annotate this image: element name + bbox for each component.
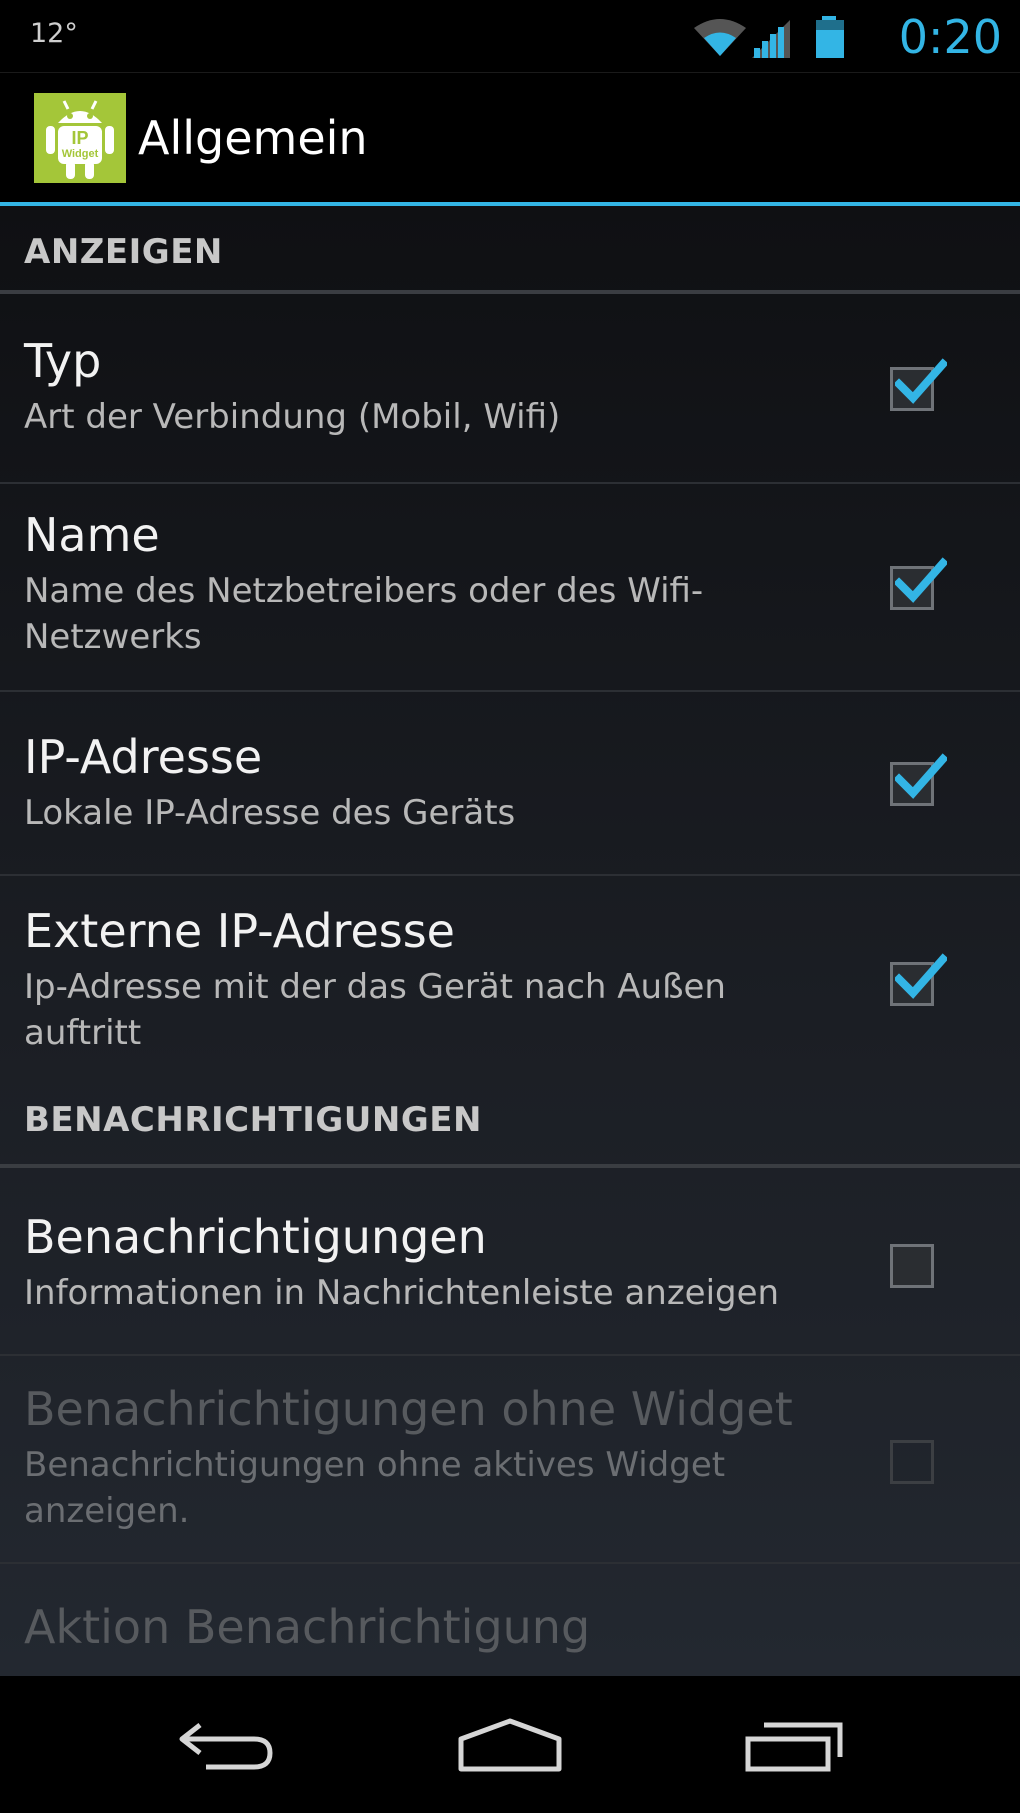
checkmark-icon <box>895 953 947 999</box>
clock: 0:20 <box>898 10 1002 64</box>
preference-list[interactable]: ANZEIGEN Typ Art der Verbindung (Mobil, … <box>0 206 1020 1676</box>
checkbox-typ[interactable] <box>890 358 947 411</box>
pref-title: IP-Adresse <box>24 730 263 784</box>
pref-title: Name <box>24 508 160 562</box>
pref-benachrichtigungen-ohne-widget: Benachrichtigungen ohne Widget Benachric… <box>0 1356 1020 1564</box>
checkmark-icon <box>895 358 947 404</box>
pref-aktion-benachrichtigung: Aktion Benachrichtigung <box>0 1564 1020 1676</box>
checkbox-ip-adresse[interactable] <box>890 753 947 806</box>
battery-icon <box>816 16 844 58</box>
checkbox-name[interactable] <box>890 557 947 610</box>
home-icon <box>458 1718 562 1771</box>
home-button[interactable] <box>410 1676 610 1813</box>
status-icons-svg <box>694 16 844 58</box>
navigation-bar <box>0 1676 1020 1813</box>
app-icon[interactable]: IP Widget <box>34 93 126 183</box>
recent-apps-icon <box>745 1722 843 1771</box>
temperature-indicator: 12° <box>30 18 78 49</box>
pref-externe-ip-adresse[interactable]: Externe IP-Adresse Ip-Adresse mit der da… <box>0 876 1020 1084</box>
pref-name[interactable]: Name Name des Netzbetreibers oder des Wi… <box>0 484 1020 692</box>
category-header-benachrichtigungen: BENACHRICHTIGUNGEN <box>0 1084 1020 1168</box>
category-label: BENACHRICHTIGUNGEN <box>24 1100 482 1140</box>
checkbox-externe-ip-adresse[interactable] <box>890 953 947 1006</box>
pref-summary: Informationen in Nachrichtenleiste anzei… <box>24 1273 780 1313</box>
status-bar: 12° 0:20 <box>0 0 1020 73</box>
pref-summary: Art der Verbindung (Mobil, Wifi) <box>24 397 561 437</box>
app-icon-text-widget: Widget <box>62 148 99 160</box>
checkmark-icon <box>895 557 947 603</box>
pref-title: Externe IP-Adresse <box>24 904 455 958</box>
action-bar: IP Widget Allgemein <box>0 73 1020 203</box>
cellular-signal-icon <box>752 20 790 58</box>
pref-ip-adresse[interactable]: IP-Adresse Lokale IP-Adresse des Geräts <box>0 692 1020 876</box>
back-icon <box>179 1722 273 1769</box>
back-button[interactable] <box>126 1676 326 1813</box>
pref-title: Benachrichtigungen <box>24 1210 487 1264</box>
app-icon-text-ip: IP <box>71 128 88 148</box>
pref-title: Benachrichtigungen ohne Widget <box>24 1382 793 1436</box>
category-header-anzeigen: ANZEIGEN <box>0 206 1020 294</box>
category-label: ANZEIGEN <box>24 232 223 272</box>
status-icons <box>690 14 880 58</box>
ip-widget-android-icon: IP Widget <box>34 93 126 183</box>
checkmark-icon <box>895 753 947 799</box>
checkbox-benachrichtigungen[interactable] <box>890 1244 934 1288</box>
pref-title: Aktion Benachrichtigung <box>24 1600 591 1654</box>
pref-title: Typ <box>24 334 102 388</box>
checkbox-benachrichtigungen-ohne-widget <box>890 1440 934 1484</box>
pref-summary: Ip-Adresse mit der das Gerät nach Außen … <box>24 967 726 1053</box>
wifi-icon <box>694 19 746 56</box>
pref-summary: Name des Netzbetreibers oder des Wifi-Ne… <box>24 571 704 657</box>
pref-benachrichtigungen[interactable]: Benachrichtigungen Informationen in Nach… <box>0 1168 1020 1356</box>
pref-typ[interactable]: Typ Art der Verbindung (Mobil, Wifi) <box>0 294 1020 484</box>
recent-apps-button[interactable] <box>694 1676 894 1813</box>
pref-summary: Lokale IP-Adresse des Geräts <box>24 793 516 833</box>
page-title: Allgemein <box>138 111 368 165</box>
pref-summary: Benachrichtigungen ohne aktives Widget a… <box>24 1445 726 1531</box>
